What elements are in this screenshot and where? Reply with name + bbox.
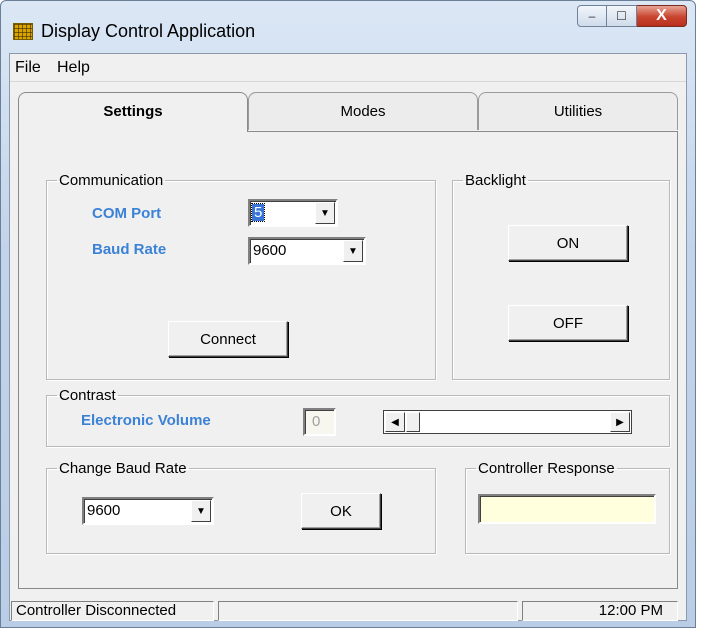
maximize-icon: ☐ xyxy=(616,9,627,23)
change-baud-rate-group: Change Baud Rate 9600 ▼ OK xyxy=(46,460,436,554)
dropdown-arrow-icon[interactable]: ▼ xyxy=(191,500,211,522)
tab-utilities[interactable]: Utilities xyxy=(478,92,678,130)
communication-group: Communication COM Port 5 ▼ Baud Rate 960… xyxy=(46,172,436,380)
change-baud-rate-legend: Change Baud Rate xyxy=(59,460,187,477)
baud-rate-label: Baud Rate xyxy=(92,241,167,258)
window-title: Display Control Application xyxy=(41,21,256,41)
title-bar[interactable]: Display Control Application – ☐ X xyxy=(1,1,695,53)
backlight-off-button[interactable]: OFF xyxy=(508,305,628,341)
dropdown-arrow-icon[interactable]: ▼ xyxy=(343,240,363,262)
com-port-value: 5 xyxy=(250,203,266,222)
electronic-volume-slider[interactable]: ◀ ▶ xyxy=(383,410,632,434)
baud-rate-value: 9600 xyxy=(253,242,287,259)
controller-response-legend: Controller Response xyxy=(478,460,615,477)
caption-buttons: – ☐ X xyxy=(577,5,687,27)
backlight-off-label: OFF xyxy=(553,314,583,332)
tab-modes[interactable]: Modes xyxy=(248,92,478,130)
close-icon: X xyxy=(656,7,667,24)
minimize-button[interactable]: – xyxy=(577,5,607,27)
settings-panel: Communication COM Port 5 ▼ Baud Rate 960… xyxy=(18,131,678,589)
change-baud-ok-label: OK xyxy=(330,502,352,520)
menu-bar: File Help xyxy=(10,54,686,82)
contrast-group: Contrast Electronic Volume 0 ◀ ▶ xyxy=(46,387,670,447)
controller-response-field[interactable] xyxy=(478,494,656,524)
triangle-right-icon[interactable]: ▶ xyxy=(610,412,630,432)
electronic-volume-label: Electronic Volume xyxy=(81,412,211,429)
status-middle xyxy=(218,601,518,621)
backlight-on-label: ON xyxy=(556,234,580,252)
status-bar: Controller Disconnected 12:00 PM xyxy=(10,599,686,621)
led-grid-icon[interactable] xyxy=(13,23,33,40)
slider-thumb[interactable] xyxy=(406,412,420,432)
application-window: Display Control Application – ☐ X File H… xyxy=(0,0,696,628)
controller-response-group: Controller Response xyxy=(465,460,670,554)
baud-rate-select[interactable]: 9600 ▼ xyxy=(248,237,366,265)
maximize-button[interactable]: ☐ xyxy=(607,5,637,27)
client-area: File Help Settings Modes Utilities Commu… xyxy=(9,53,687,621)
dropdown-arrow-icon[interactable]: ▼ xyxy=(315,202,335,224)
tab-modes-label: Modes xyxy=(340,103,386,120)
electronic-volume-value: 0 xyxy=(312,413,321,430)
tab-utilities-label: Utilities xyxy=(553,103,603,120)
menu-file[interactable]: File xyxy=(15,59,41,77)
tab-settings[interactable]: Settings xyxy=(18,92,248,132)
change-baud-rate-value: 9600 xyxy=(87,502,121,519)
com-port-select[interactable]: 5 ▼ xyxy=(248,199,338,227)
com-port-label: COM Port xyxy=(92,205,162,222)
tab-settings-label: Settings xyxy=(103,103,163,120)
status-time: 12:00 PM xyxy=(522,601,678,621)
connect-button[interactable]: Connect xyxy=(168,321,288,357)
change-baud-rate-select[interactable]: 9600 ▼ xyxy=(82,497,214,525)
triangle-left-icon[interactable]: ◀ xyxy=(385,412,405,432)
electronic-volume-value-field[interactable]: 0 xyxy=(303,408,336,436)
communication-legend: Communication xyxy=(59,172,164,189)
close-button[interactable]: X xyxy=(637,5,687,27)
connect-button-label: Connect xyxy=(200,330,256,348)
contrast-legend: Contrast xyxy=(59,387,116,404)
minimize-icon: – xyxy=(588,9,596,23)
menu-help[interactable]: Help xyxy=(57,59,90,77)
tab-strip: Settings Modes Utilities xyxy=(18,92,678,132)
backlight-legend: Backlight xyxy=(465,172,526,189)
backlight-group: Backlight ON OFF xyxy=(452,172,670,380)
change-baud-ok-button[interactable]: OK xyxy=(301,493,381,529)
status-connection: Controller Disconnected xyxy=(11,601,214,621)
backlight-on-button[interactable]: ON xyxy=(508,225,628,261)
